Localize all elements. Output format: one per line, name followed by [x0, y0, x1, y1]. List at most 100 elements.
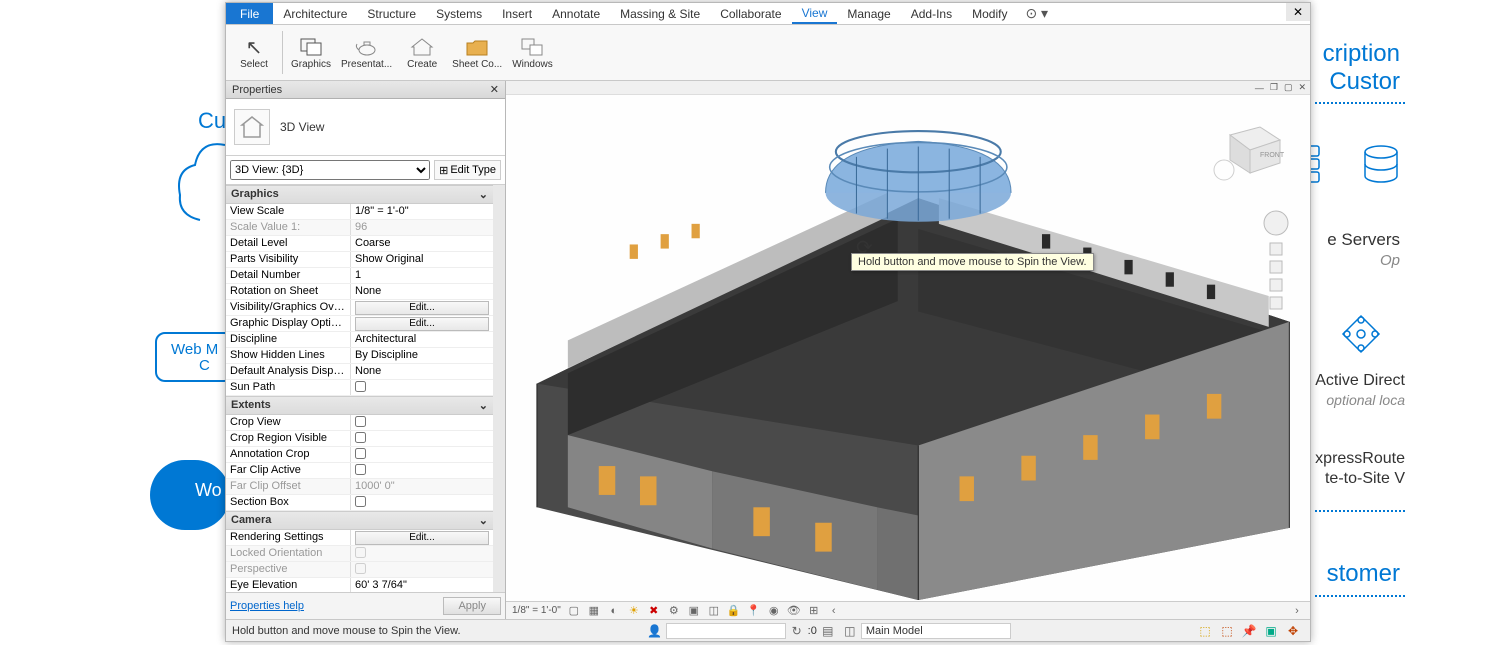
property-value[interactable] — [351, 431, 493, 446]
properties-scrollbar[interactable] — [493, 185, 505, 592]
ribbon-tab-massing[interactable]: Massing & Site — [610, 3, 710, 24]
viewport-canvas[interactable]: ⟳ Hold button and move mouse to Spin the… — [506, 95, 1310, 601]
status-model-field[interactable]: Main Model — [861, 623, 1011, 639]
view-cube[interactable]: FRONT — [1210, 115, 1290, 185]
ribbon-btn-select[interactable]: ↖ Select — [230, 27, 278, 78]
vcb-detail-icon[interactable]: ▦ — [587, 604, 601, 618]
property-label: Visibility/Graphics Overri... — [226, 300, 351, 315]
ribbon-tab-modify[interactable]: Modify — [962, 3, 1017, 24]
bg-text-custor: Custor — [1329, 68, 1400, 96]
property-value[interactable]: 1/8" = 1'-0" — [351, 204, 493, 219]
view-selector-dropdown[interactable]: 3D View: {3D} — [230, 160, 430, 180]
property-label: Default Analysis Display ... — [226, 364, 351, 379]
property-value[interactable]: Coarse — [351, 236, 493, 251]
vp-maximize-icon[interactable]: ▢ — [1284, 82, 1293, 93]
property-value[interactable] — [351, 415, 493, 430]
ribbon-btn-create[interactable]: Create — [398, 27, 446, 78]
property-value[interactable]: None — [351, 284, 493, 299]
ribbon-tab-manage[interactable]: Manage — [837, 3, 900, 24]
property-value[interactable] — [351, 447, 493, 462]
vcb-crop-icon[interactable]: ▣ — [687, 604, 701, 618]
property-row: Perspective — [226, 562, 493, 578]
property-value[interactable]: 60' 3 7/64" — [351, 578, 493, 592]
vp-restore-icon[interactable]: ❐ — [1270, 82, 1278, 93]
status-select-pinned-icon[interactable]: 📌 — [1240, 622, 1258, 640]
vcb-sunpath-icon[interactable]: ☀ — [627, 604, 641, 618]
ribbon-btn-windows[interactable]: Windows — [508, 27, 557, 78]
status-drag-icon[interactable]: ✥ — [1284, 622, 1302, 640]
ribbon-tab-view[interactable]: View — [792, 3, 838, 24]
status-worksets-icon[interactable]: 👤 — [646, 622, 664, 640]
bg-text-express: xpressRoute — [1315, 450, 1405, 468]
property-group-header[interactable]: Graphics⌄ — [226, 185, 493, 204]
vcb-reveal-icon[interactable]: 👁 — [787, 604, 801, 618]
properties-help-link[interactable]: Properties help — [230, 600, 304, 612]
vcb-scroll-right-icon[interactable]: › — [1290, 604, 1304, 618]
properties-close-icon[interactable]: ✕ — [490, 83, 499, 96]
vcb-model-icon[interactable]: ▢ — [567, 604, 581, 618]
property-value[interactable]: Show Original — [351, 252, 493, 267]
vp-minimize-icon[interactable]: — — [1255, 83, 1264, 93]
status-workset-field[interactable] — [666, 623, 786, 639]
property-label: Scale Value 1: — [226, 220, 351, 235]
status-sync-icon[interactable]: ↻ — [788, 622, 806, 640]
property-label: Detail Level — [226, 236, 351, 251]
vp-close-icon[interactable]: ✕ — [1298, 82, 1306, 93]
ribbon-tab-architecture[interactable]: Architecture — [273, 3, 357, 24]
ribbon-tab-systems[interactable]: Systems — [426, 3, 492, 24]
ribbon-tab-file[interactable]: File — [226, 3, 273, 24]
property-value[interactable]: None — [351, 364, 493, 379]
property-value[interactable]: Edit... — [351, 316, 493, 331]
ribbon-btn-sheet[interactable]: Sheet Co... — [448, 27, 506, 78]
property-value[interactable]: 1 — [351, 268, 493, 283]
vcb-pin-icon[interactable]: 📍 — [747, 604, 761, 618]
property-label: Locked Orientation — [226, 546, 351, 561]
property-group-header[interactable]: Camera⌄ — [226, 511, 493, 530]
properties-titlebar[interactable]: Properties ✕ — [226, 81, 505, 99]
property-value[interactable] — [351, 380, 493, 395]
ribbon-tab-addins[interactable]: Add-Ins — [901, 3, 962, 24]
navigation-bar[interactable] — [1262, 205, 1290, 410]
status-select-links-icon[interactable]: ⬚ — [1196, 622, 1214, 640]
vcb-lock-icon[interactable]: 🔒 — [727, 604, 741, 618]
vcb-chevron-icon[interactable]: ‹ — [827, 604, 841, 618]
edit-type-button[interactable]: ⊞Edit Type — [434, 160, 501, 180]
status-links-icon[interactable]: ◫ — [841, 622, 859, 640]
ribbon-btn-graphics[interactable]: Graphics — [287, 27, 335, 78]
vcb-temp-hide-icon[interactable]: ◉ — [767, 604, 781, 618]
vcb-visual-style-icon[interactable]: ◐ — [607, 604, 621, 618]
property-label: Annotation Crop — [226, 447, 351, 462]
status-select-face-icon[interactable]: ▣ — [1262, 622, 1280, 640]
property-row: Rotation on SheetNone — [226, 284, 493, 300]
view-scale-display[interactable]: 1/8" = 1'-0" — [512, 605, 561, 616]
ribbon-tab-bar: File Architecture Structure Systems Inse… — [226, 3, 1310, 25]
property-value[interactable]: Edit... — [351, 300, 493, 315]
ribbon-btn-presentation[interactable]: Presentat... — [337, 27, 396, 78]
property-row: Crop Region Visible — [226, 431, 493, 447]
status-design-options-icon[interactable]: ▤ — [819, 622, 837, 640]
ribbon-extras-toggle[interactable]: ⊙ ▾ — [1025, 3, 1048, 24]
property-value[interactable]: Edit... — [351, 530, 493, 545]
status-select-underlay-icon[interactable]: ⬚ — [1218, 622, 1236, 640]
properties-body[interactable]: Graphics⌄View Scale1/8" = 1'-0"Scale Val… — [226, 185, 493, 592]
vcb-constraint-icon[interactable]: ⊞ — [807, 604, 821, 618]
vcb-render-icon[interactable]: ⚙ — [667, 604, 681, 618]
property-row: Detail Number1 — [226, 268, 493, 284]
house-icon — [408, 35, 436, 59]
window-close-button[interactable]: ✕ — [1286, 3, 1310, 21]
property-value[interactable] — [351, 463, 493, 478]
property-value[interactable]: Architectural — [351, 332, 493, 347]
property-value[interactable]: By Discipline — [351, 348, 493, 363]
property-value[interactable] — [351, 495, 493, 510]
property-group-header[interactable]: Extents⌄ — [226, 396, 493, 415]
properties-apply-button[interactable]: Apply — [443, 597, 501, 615]
ribbon-tab-structure[interactable]: Structure — [357, 3, 426, 24]
property-row: Eye Elevation60' 3 7/64" — [226, 578, 493, 592]
vcb-crop-region-icon[interactable]: ◫ — [707, 604, 721, 618]
vcb-shadows-icon[interactable]: ✖ — [647, 604, 661, 618]
ribbon-tab-insert[interactable]: Insert — [492, 3, 542, 24]
ribbon-tab-annotate[interactable]: Annotate — [542, 3, 610, 24]
properties-header: 3D View — [226, 99, 505, 156]
ribbon-tab-collaborate[interactable]: Collaborate — [710, 3, 791, 24]
property-row: Locked Orientation — [226, 546, 493, 562]
